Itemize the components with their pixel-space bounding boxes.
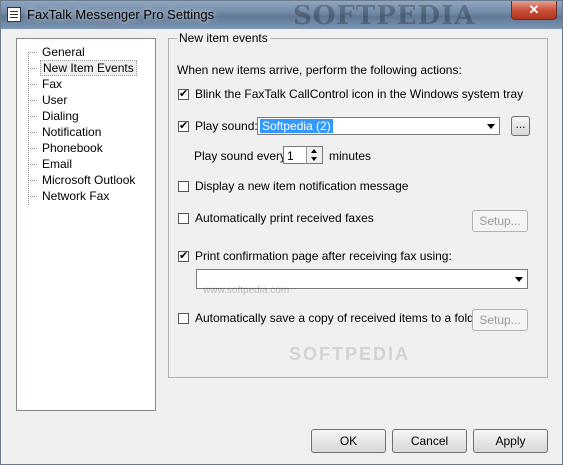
dialog-body: General New Item Events Fax User Dialing… — [7, 29, 556, 459]
chevron-down-icon — [512, 272, 526, 286]
tree-item-dialing[interactable]: Dialing — [28, 108, 81, 124]
sound-select[interactable]: Softpedia (2) — [257, 117, 500, 135]
settings-tree[interactable]: General New Item Events Fax User Dialing… — [16, 38, 156, 411]
site-watermark: www.softpedia.com — [203, 285, 290, 296]
tree-item-general[interactable]: General — [28, 44, 87, 60]
center-watermark: SOFTPEDIA — [289, 344, 411, 364]
display-message-checkbox[interactable] — [178, 181, 189, 192]
auto-save-checkbox[interactable] — [178, 313, 189, 324]
intro-text: When new items arrive, perform the follo… — [177, 63, 462, 77]
tree-item-new-item-events[interactable]: New Item Events — [28, 60, 137, 76]
blink-checkbox[interactable] — [178, 87, 189, 100]
play-sound-label: Play sound: — [195, 119, 258, 133]
new-item-events-group: New item events When new items arrive, p… — [168, 31, 548, 378]
confirm-page-checkbox[interactable] — [178, 249, 189, 262]
tree-item-email[interactable]: Email — [28, 156, 74, 172]
ok-button[interactable]: OK — [311, 429, 386, 453]
chevron-down-icon — [484, 119, 498, 133]
title-bar[interactable]: FaxTalk Messenger Pro Settings SOFTPEDIA… — [1, 1, 562, 31]
settings-window: FaxTalk Messenger Pro Settings SOFTPEDIA… — [0, 0, 563, 465]
app-icon — [7, 7, 21, 22]
tree-item-notification[interactable]: Notification — [28, 124, 103, 140]
play-interval-stepper[interactable]: 1 — [283, 146, 323, 164]
auto-print-label: Automatically print received faxes — [195, 211, 374, 225]
title-watermark: SOFTPEDIA — [293, 1, 476, 31]
display-message-label: Display a new item notification message — [195, 179, 409, 193]
tree-item-microsoft-outlook[interactable]: Microsoft Outlook — [28, 172, 137, 188]
print-setup-button[interactable]: Setup... — [472, 210, 528, 232]
tree-item-user[interactable]: User — [28, 92, 69, 108]
save-setup-button[interactable]: Setup... — [472, 309, 528, 331]
tree-item-phonebook[interactable]: Phonebook — [28, 140, 105, 156]
tree-item-fax[interactable]: Fax — [28, 76, 64, 92]
auto-save-label: Automatically save a copy of received it… — [195, 311, 485, 325]
blink-label: Blink the FaxTalk CallControl icon in th… — [195, 87, 524, 101]
close-button[interactable]: ✕ — [511, 1, 557, 20]
cancel-button[interactable]: Cancel — [392, 429, 467, 453]
close-icon: ✕ — [528, 2, 540, 17]
play-every-label: Play sound every — [194, 149, 287, 163]
group-legend: New item events — [177, 31, 270, 45]
auto-print-checkbox[interactable] — [178, 213, 189, 224]
apply-button[interactable]: Apply — [473, 429, 548, 453]
play-interval-value: 1 — [287, 149, 294, 163]
confirm-printer-value — [199, 271, 203, 285]
sound-select-value: Softpedia (2) — [260, 119, 333, 133]
window-title: FaxTalk Messenger Pro Settings — [27, 7, 215, 22]
confirm-page-label: Print confirmation page after receiving … — [195, 249, 452, 263]
tree-item-network-fax[interactable]: Network Fax — [28, 188, 111, 204]
play-sound-checkbox[interactable] — [178, 119, 189, 132]
minutes-label: minutes — [329, 149, 372, 163]
spin-down-icon[interactable] — [307, 155, 322, 163]
browse-sound-button[interactable]: ... — [511, 116, 530, 136]
